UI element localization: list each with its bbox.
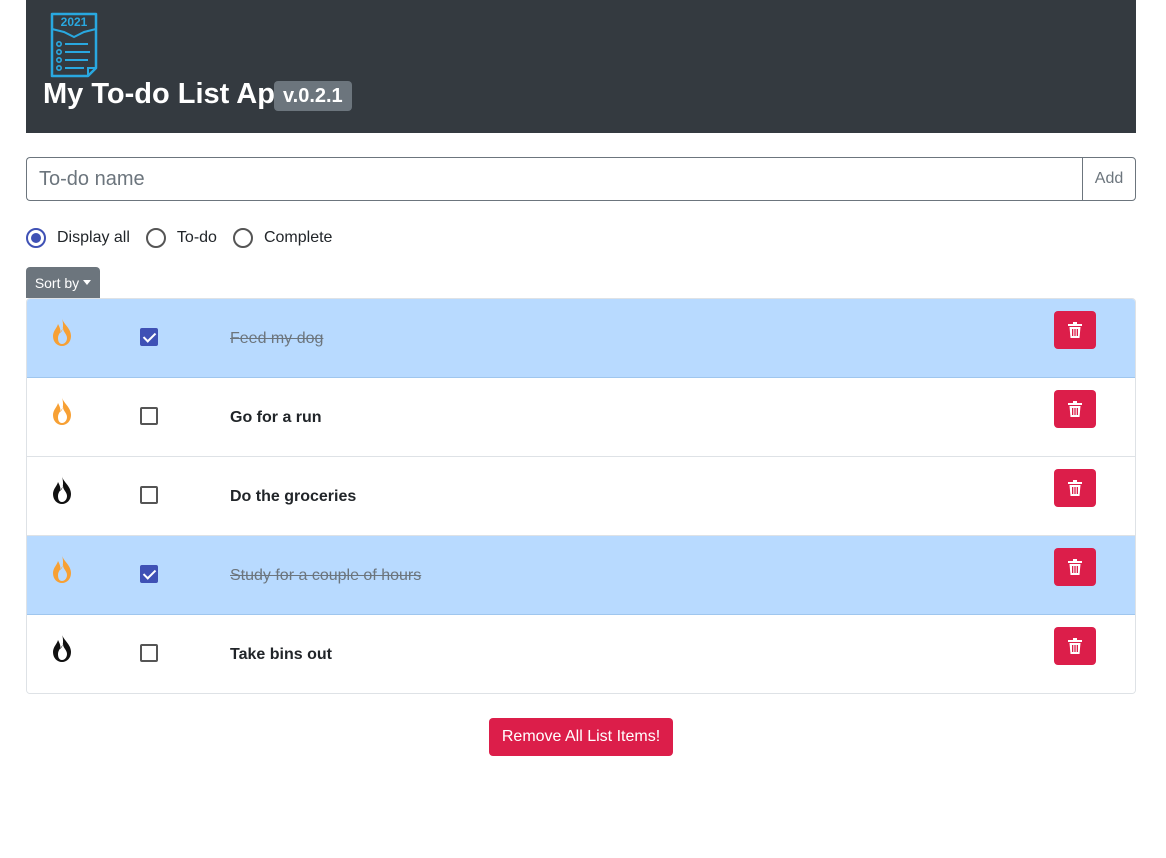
sort-label: Sort by <box>34 274 80 291</box>
flame-icon[interactable] <box>49 396 75 426</box>
flame-icon[interactable] <box>49 475 75 505</box>
todo-text: Study for a couple of hours <box>230 567 422 584</box>
todo-list: Feed my dog Go for a run Do the grocerie… <box>26 298 1136 694</box>
sort-by-dropdown[interactable]: Sort by <box>26 267 100 298</box>
add-todo-form: Add <box>26 157 1136 201</box>
todo-text: Take bins out <box>230 646 332 663</box>
trash-icon <box>1068 638 1082 654</box>
todo-row: Study for a couple of hours <box>27 536 1135 615</box>
add-button[interactable]: Add <box>1082 157 1136 201</box>
todo-checkbox[interactable] <box>140 486 158 504</box>
todo-text: Feed my dog <box>230 330 324 347</box>
filter-label-complete: Complete <box>263 229 333 246</box>
logo-year-text: 2021 <box>61 15 88 29</box>
todo-text: Go for a run <box>230 409 322 426</box>
todo-text: Do the groceries <box>230 488 357 505</box>
radio-display-all[interactable] <box>26 228 46 248</box>
flame-icon[interactable] <box>49 633 75 663</box>
delete-todo-button[interactable] <box>1054 627 1096 665</box>
filter-label-display-all: Display all <box>57 229 130 246</box>
checklist-logo-icon: 2021 <box>50 12 98 78</box>
radio-complete[interactable] <box>232 228 253 248</box>
todo-row: Do the groceries <box>27 457 1135 536</box>
filter-todo[interactable]: To-do <box>145 228 217 248</box>
todo-row: Feed my dog <box>27 299 1135 378</box>
delete-todo-button[interactable] <box>1054 311 1096 349</box>
todo-checkbox[interactable] <box>140 328 158 346</box>
remove-all-button[interactable]: Remove All List Items! <box>489 718 673 756</box>
caret-down-icon <box>83 280 92 285</box>
flame-icon[interactable] <box>49 554 75 584</box>
filter-display-all[interactable]: Display all <box>26 228 130 248</box>
trash-icon <box>1068 559 1082 575</box>
trash-icon <box>1068 401 1082 417</box>
todo-name-input[interactable] <box>26 157 1082 201</box>
todo-checkbox[interactable] <box>140 407 158 425</box>
radio-todo[interactable] <box>145 228 166 248</box>
trash-icon <box>1068 480 1082 496</box>
todo-row: Take bins out <box>27 615 1135 693</box>
delete-todo-button[interactable] <box>1054 469 1096 507</box>
todo-checkbox[interactable] <box>140 644 158 662</box>
trash-icon <box>1068 322 1082 338</box>
filter-complete[interactable]: Complete <box>232 228 333 248</box>
app-header: 2021 My To-do List App v.0.2.1 <box>26 0 1136 133</box>
version-badge: v.0.2.1 <box>274 81 352 111</box>
filter-radio-group: Display all To-do Complete <box>26 226 348 250</box>
todo-row: Go for a run <box>27 378 1135 457</box>
todo-checkbox[interactable] <box>140 565 158 583</box>
filter-label-todo: To-do <box>176 229 217 246</box>
app-title: My To-do List App <box>43 78 293 110</box>
flame-icon[interactable] <box>49 317 75 347</box>
delete-todo-button[interactable] <box>1054 548 1096 586</box>
delete-todo-button[interactable] <box>1054 390 1096 428</box>
